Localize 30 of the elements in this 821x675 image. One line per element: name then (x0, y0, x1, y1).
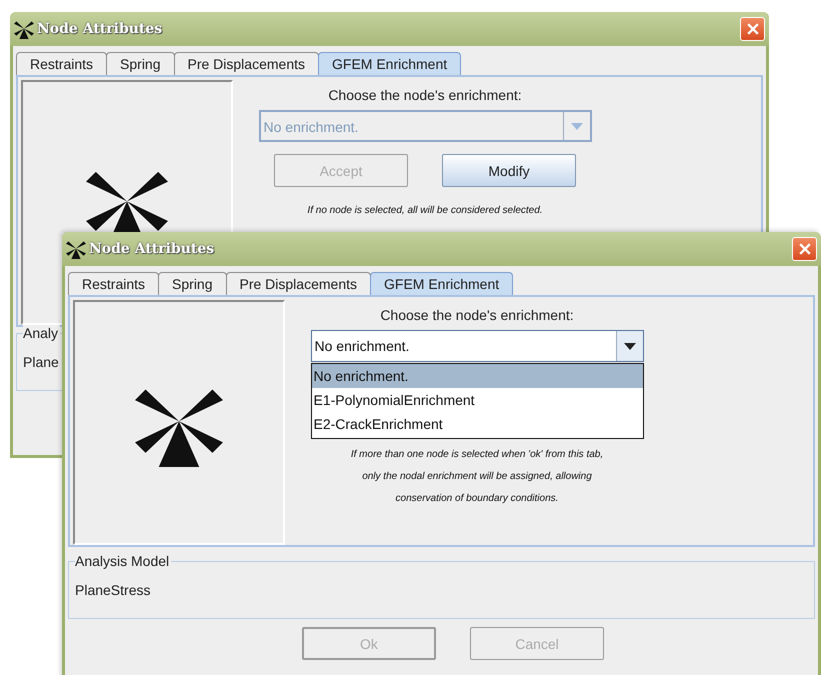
tab[interactable]: Pre Displacements (226, 272, 371, 295)
enrichment-dropdown[interactable]: No enrichment. (310, 330, 644, 362)
window-title: Node Attributes (89, 241, 216, 257)
caret-icon (570, 122, 582, 130)
caret-icon (624, 342, 636, 350)
tab[interactable]: GFEM Enrichment (318, 52, 462, 75)
close-button[interactable] (740, 17, 765, 41)
dropdown-option[interactable]: E2-CrackEnrichment (312, 412, 642, 436)
tab[interactable]: Spring (106, 52, 174, 75)
tab[interactable]: Pre Displacements (174, 52, 319, 75)
tab[interactable]: GFEM Enrichment (370, 272, 514, 295)
action-button[interactable]: Modify (442, 154, 576, 187)
prompt-label: Choose the node's enrichment: (328, 87, 522, 103)
close-icon (798, 243, 810, 255)
prompt-label: Choose the node's enrichment: (380, 307, 574, 323)
tab[interactable]: Restraints (16, 52, 108, 75)
hint-text: If no node is selected, all will be considered selected. (307, 204, 543, 218)
hint-text: If more than one node is selected when 'ok' from this tab, only the nodal enrichment will be assigned, allowing conservation of boundary conditions. (350, 448, 604, 506)
close-button[interactable] (792, 237, 817, 261)
windmill-icon (14, 19, 34, 39)
analysis-value: PlaneStress (75, 582, 152, 598)
window-title: Node Attributes (37, 21, 164, 37)
tab[interactable]: Restraints (68, 272, 160, 295)
close-icon (746, 23, 758, 35)
group-label: Analysis Model (75, 553, 172, 569)
tab[interactable]: Spring (158, 272, 226, 295)
analysis-value: Plane (23, 354, 60, 370)
group-label: Analy (23, 325, 60, 341)
dropdown-option[interactable]: No enrichment. (312, 364, 642, 388)
dropdown-option[interactable]: E1-PolynomialEnrichment (312, 388, 642, 412)
